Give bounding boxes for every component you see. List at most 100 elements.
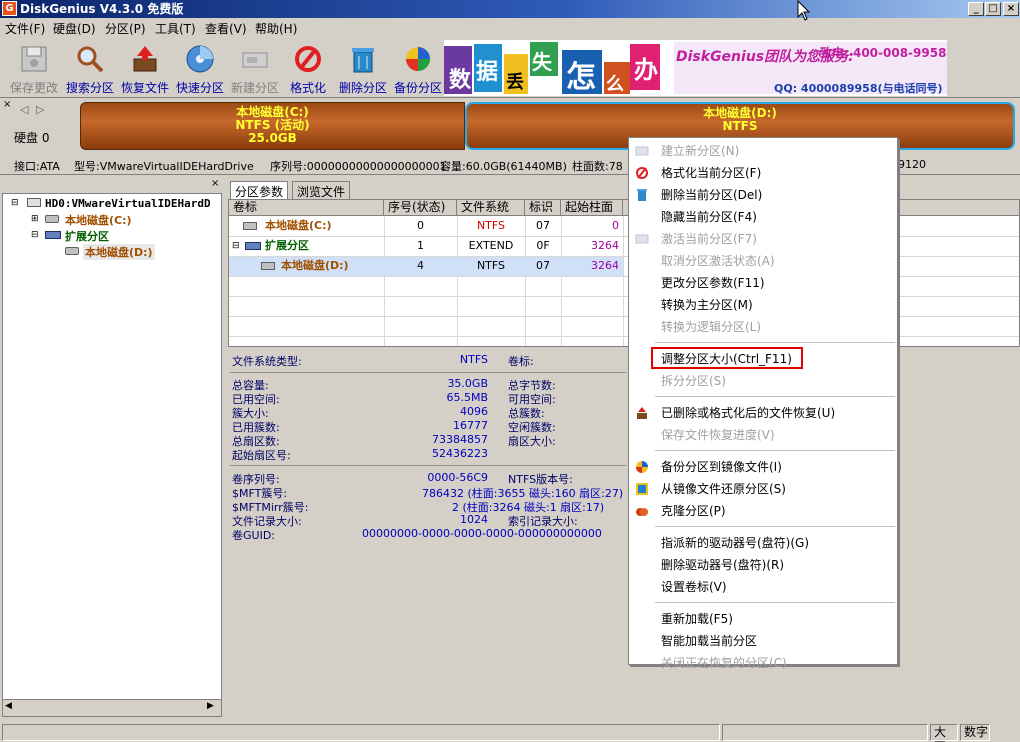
menu-separator bbox=[655, 602, 895, 603]
context-menu-item[interactable]: 克隆分区(P) bbox=[629, 500, 897, 522]
context-menu-item[interactable]: 智能加载当前分区 bbox=[629, 630, 897, 652]
partition-d-icon bbox=[65, 247, 79, 255]
tree-item-d[interactable]: 本地磁盘(D:) bbox=[83, 244, 155, 260]
tab-partition-params[interactable]: 分区参数 bbox=[230, 181, 289, 199]
context-menu-item[interactable]: 转换为主分区(M) bbox=[629, 294, 897, 316]
clone-icon bbox=[636, 508, 648, 516]
delete-partition-button[interactable]: 删除分区 bbox=[335, 41, 391, 95]
tree-ext-toggle-icon[interactable]: ⊟ bbox=[31, 230, 39, 240]
row-c-fs: NTFS bbox=[476, 219, 506, 232]
save-changes-button[interactable]: 保存更改 bbox=[6, 41, 62, 95]
context-menu-item[interactable]: 激活当前分区(F7) bbox=[629, 228, 897, 250]
context-menu-item-label: 取消分区激活状态(A) bbox=[661, 254, 775, 268]
detail-value: 0000-56C9 bbox=[427, 471, 488, 484]
close-button[interactable]: × bbox=[1003, 2, 1019, 16]
tree-close-icon[interactable]: × bbox=[211, 178, 219, 189]
search-partition-button[interactable]: 搜索分区 bbox=[62, 41, 118, 95]
scroll-right-icon[interactable]: ▶ bbox=[207, 701, 214, 711]
row-c-label: 本地磁盘(C:) bbox=[265, 219, 332, 232]
context-menu-item[interactable]: 隐藏当前分区(F4) bbox=[629, 206, 897, 228]
extended-partition-icon bbox=[45, 231, 61, 239]
next-disk-icon[interactable]: ▷ bbox=[36, 103, 44, 116]
detail-fs-type-label: 文件系统类型: bbox=[232, 355, 302, 368]
panel-close-icon[interactable]: × bbox=[3, 99, 11, 110]
tree-hscrollbar[interactable]: ◀ ▶ bbox=[3, 699, 221, 716]
context-menu-item[interactable]: 指派新的驱动器号(盘符)(G) bbox=[629, 532, 897, 554]
detail-value: 65.5MB bbox=[446, 391, 488, 404]
status-bar: 大写 数字 bbox=[0, 722, 1020, 742]
tree-item-extended[interactable]: 扩展分区 bbox=[65, 228, 109, 244]
context-menu-item[interactable]: 已删除或格式化后的文件恢复(U) bbox=[629, 402, 897, 424]
format-button[interactable]: 格式化 bbox=[280, 41, 336, 95]
prev-disk-icon[interactable]: ◁ bbox=[20, 103, 28, 116]
context-menu-item[interactable]: 取消分区激活状态(A) bbox=[629, 250, 897, 272]
tree-c-toggle-icon[interactable]: ⊞ bbox=[31, 214, 39, 224]
row-ext-index: 1 bbox=[417, 239, 424, 252]
detail-label: 起始扇区号: bbox=[232, 449, 291, 462]
context-menu-item[interactable]: 从镜像文件还原分区(S) bbox=[629, 478, 897, 500]
col-filesystem[interactable]: 文件系统 bbox=[457, 200, 525, 216]
banner-qq: QQ: 4000089958(与电话同号) bbox=[774, 82, 943, 95]
partition-details: 文件系统类型: NTFS 卷标: 总容量: 35.0GB 总字节数: 已用空间:… bbox=[228, 348, 1020, 718]
new-partition-button[interactable]: 新建分区 bbox=[227, 41, 283, 95]
context-menu-item-label: 智能加载当前分区 bbox=[661, 634, 758, 648]
row-ext-toggle-icon[interactable]: ⊟ bbox=[232, 236, 240, 256]
context-menu-item[interactable]: 转换为逻辑分区(L) bbox=[629, 316, 897, 338]
minimize-button[interactable]: _ bbox=[968, 2, 984, 16]
col-start-cylinder[interactable]: 起始柱面 bbox=[561, 200, 623, 216]
scroll-left-icon[interactable]: ◀ bbox=[5, 701, 12, 711]
context-menu-item[interactable]: 删除驱动器号(盘符)(R) bbox=[629, 554, 897, 576]
row-ext-label: 扩展分区 bbox=[265, 239, 309, 252]
info-model: 型号:VMwareVirtualIDEHardDrive bbox=[74, 160, 254, 173]
col-volume-label[interactable]: 卷标 bbox=[229, 200, 384, 216]
tree-header: × bbox=[0, 178, 225, 192]
ad-banner[interactable]: 数 据 丢 失 怎 么 办 DiskGenius团队为您服务: 致电: 400-… bbox=[444, 40, 947, 96]
banner-tile-2: 据 bbox=[476, 60, 499, 85]
context-menu-item-label: 建立新分区(N) bbox=[661, 144, 740, 158]
backup-partition-icon bbox=[406, 47, 430, 71]
context-menu-item[interactable]: 设置卷标(V) bbox=[629, 576, 897, 598]
banner-tile-3: 丢 bbox=[506, 72, 524, 93]
context-menu-item-label: 备份分区到镜像文件(I) bbox=[661, 460, 782, 474]
context-menu-item[interactable]: 格式化当前分区(F) bbox=[629, 162, 897, 184]
menu-help[interactable]: 帮助(H) bbox=[255, 20, 297, 37]
col-id[interactable]: 标识 bbox=[525, 200, 561, 216]
tab-browse-files[interactable]: 浏览文件 bbox=[292, 181, 351, 199]
context-menu-item[interactable]: 关闭正在恢复的分区(C) bbox=[629, 652, 897, 674]
col-index-status[interactable]: 序号(状态) bbox=[384, 200, 457, 216]
row-ext-start: 3264 bbox=[591, 239, 619, 252]
menu-file[interactable]: 文件(F) bbox=[5, 20, 45, 37]
tree-root-disk[interactable]: HD0:VMwareVirtualIDEHardD bbox=[45, 197, 220, 210]
quick-partition-button[interactable]: 快速分区 bbox=[172, 41, 228, 95]
context-menu-item-label: 删除驱动器号(盘符)(R) bbox=[661, 558, 785, 572]
save-changes-label: 保存更改 bbox=[9, 81, 58, 95]
tree-item-c[interactable]: 本地磁盘(C:) bbox=[65, 212, 132, 228]
menu-disk[interactable]: 硬盘(D) bbox=[53, 20, 96, 37]
context-menu-item[interactable]: 建立新分区(N) bbox=[629, 140, 897, 162]
context-menu-item[interactable]: 更改分区参数(F11) bbox=[629, 272, 897, 294]
partition-c-bar[interactable]: 本地磁盘(C:) NTFS (活动) 25.0GB bbox=[80, 102, 465, 150]
menu-view[interactable]: 查看(V) bbox=[205, 20, 247, 37]
context-menu-item[interactable]: 重新加载(F5) bbox=[629, 608, 897, 630]
detail-volume-label: 卷标: bbox=[508, 355, 534, 368]
restore-button[interactable]: □ bbox=[985, 2, 1001, 16]
new-partition-icon bbox=[635, 146, 649, 156]
menu-tools[interactable]: 工具(T) bbox=[155, 20, 196, 37]
context-menu-item-label: 删除当前分区(Del) bbox=[661, 188, 763, 202]
context-menu-item[interactable]: 拆分分区(S) bbox=[629, 370, 897, 392]
backup-partition-button[interactable]: 备份分区 bbox=[390, 41, 446, 95]
menu-separator bbox=[655, 450, 895, 451]
info-serial: 序列号:00000000000000000001 bbox=[270, 160, 447, 173]
context-menu-item[interactable]: 备份分区到镜像文件(I) bbox=[629, 456, 897, 478]
row-d-label: 本地磁盘(D:) bbox=[281, 259, 349, 272]
title-bar: G DiskGenius V4.3.0 免费版 _ □ × bbox=[0, 0, 1020, 18]
context-menu-item[interactable]: 删除当前分区(Del) bbox=[629, 184, 897, 206]
context-menu-item[interactable]: 保存文件恢复进度(V) bbox=[629, 424, 897, 446]
tree-root-toggle-icon[interactable]: ⊟ bbox=[11, 198, 19, 208]
backup-icon bbox=[636, 461, 648, 473]
recover-file-button[interactable]: 恢复文件 bbox=[117, 41, 173, 95]
tab-bar: 分区参数 浏览文件 bbox=[228, 180, 1020, 199]
row-d-index: 4 bbox=[417, 259, 424, 272]
menu-partition[interactable]: 分区(P) bbox=[105, 20, 146, 37]
detail-label-2: 扇区大小: bbox=[508, 435, 556, 448]
